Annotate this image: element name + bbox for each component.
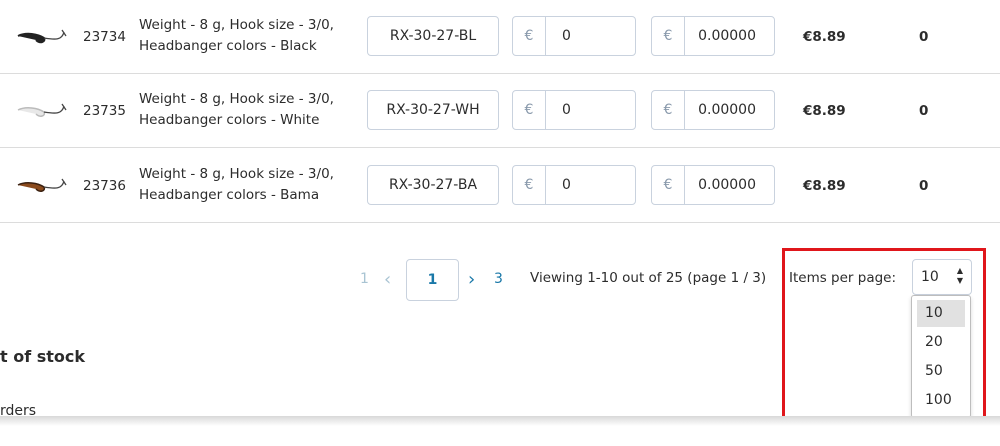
page-current[interactable]: 1 <box>406 259 459 301</box>
product-description: Weight - 8 g, Hook size - 3/0, Headbange… <box>139 91 334 128</box>
chevron-left-icon[interactable]: ‹ <box>384 269 391 290</box>
euro-icon: € <box>513 17 546 55</box>
product-price: €8.89 <box>803 103 846 119</box>
price-input[interactable]: € 0 <box>512 165 636 205</box>
euro-icon: € <box>513 166 546 204</box>
out-of-stock-heading: t of stock <box>0 347 86 366</box>
product-description: Weight - 8 g, Hook size - 3/0, Headbange… <box>139 17 334 54</box>
euro-icon: € <box>652 17 685 55</box>
product-id: 23734 <box>83 29 126 45</box>
price-input[interactable]: € 0 <box>512 90 636 130</box>
product-id: 23735 <box>83 103 126 119</box>
euro-icon: € <box>652 91 685 129</box>
product-quantity: 0 <box>919 103 929 119</box>
product-id: 23736 <box>83 178 126 194</box>
product-quantity: 0 <box>919 29 929 45</box>
euro-icon: € <box>652 166 685 204</box>
viewing-summary: Viewing 1-10 out of 25 (page 1 / 3) <box>530 270 767 286</box>
table-row: 23735 Weight - 8 g, Hook size - 3/0, Hea… <box>0 74 1000 148</box>
sku-field[interactable]: RX-30-27-WH <box>367 90 499 130</box>
product-thumbnail <box>17 103 67 117</box>
price-input[interactable]: € 0 <box>512 16 636 56</box>
product-price: €8.89 <box>803 29 846 45</box>
sku-field[interactable]: RX-30-27-BA <box>367 165 499 205</box>
product-price: €8.89 <box>803 178 846 194</box>
highlight-box <box>782 248 986 436</box>
product-quantity: 0 <box>919 178 929 194</box>
product-thumbnail <box>17 29 67 44</box>
cost-input[interactable]: € 0.00000 <box>651 165 775 205</box>
product-thumbnail <box>17 178 67 192</box>
chevron-right-icon[interactable]: › <box>468 269 475 290</box>
sku-field[interactable]: RX-30-27-BL <box>367 16 499 56</box>
product-description: Weight - 8 g, Hook size - 3/0, Headbange… <box>139 166 334 203</box>
euro-icon: € <box>513 91 546 129</box>
page-bottom-fade <box>0 416 1000 446</box>
cost-input[interactable]: € 0.00000 <box>651 90 775 130</box>
page-first-link[interactable]: 1 <box>360 271 369 287</box>
table-row: 23736 Weight - 8 g, Hook size - 3/0, Hea… <box>0 149 1000 223</box>
cost-input[interactable]: € 0.00000 <box>651 16 775 56</box>
page-last-link[interactable]: 3 <box>494 271 503 287</box>
table-row: 23734 Weight - 8 g, Hook size - 3/0, Hea… <box>0 0 1000 74</box>
